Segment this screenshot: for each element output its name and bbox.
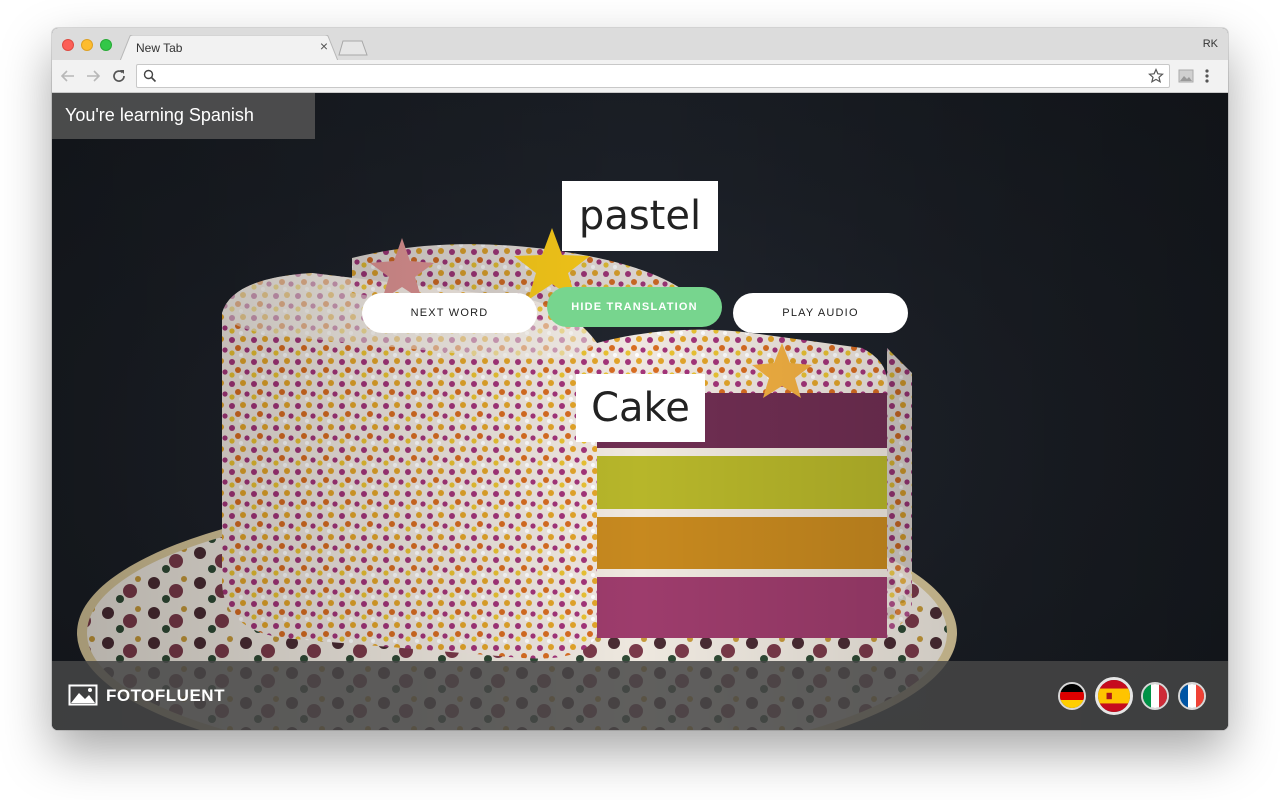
tab-title: New Tab — [136, 41, 183, 55]
fotofluent-extension-icon[interactable] — [1178, 69, 1194, 83]
close-window-button[interactable] — [62, 39, 74, 51]
forward-button[interactable] — [83, 66, 103, 86]
new-tab-button[interactable] — [338, 40, 368, 56]
tab-new-tab[interactable]: New Tab × — [120, 35, 338, 61]
german-flag-icon[interactable] — [1058, 682, 1086, 710]
fotofluent-logo-icon — [68, 684, 98, 706]
spanish-flag-icon[interactable] — [1095, 677, 1133, 715]
bookmark-star-icon[interactable] — [1148, 68, 1164, 84]
play-audio-button[interactable]: PLAY AUDIO — [733, 293, 908, 333]
translation-word: Cake — [576, 374, 705, 442]
french-flag-icon[interactable] — [1178, 682, 1206, 710]
forward-arrow-icon — [87, 70, 101, 82]
browser-toolbar — [52, 60, 1228, 93]
search-icon — [143, 69, 157, 83]
menu-kebab-icon[interactable] — [1204, 68, 1210, 84]
footer-bar: FOTOFLUENT — [52, 661, 1228, 730]
browser-window: New Tab × RK You're learning Spanish pas… — [52, 28, 1228, 730]
back-arrow-icon — [60, 70, 74, 82]
tab-close-icon[interactable]: × — [320, 38, 328, 54]
brand-name[interactable]: FOTOFLUENT — [106, 686, 225, 706]
hide-translation-button[interactable]: HIDE TRANSLATION — [547, 287, 722, 327]
address-input[interactable] — [161, 67, 1141, 85]
address-bar[interactable] — [136, 64, 1170, 88]
italian-flag-icon[interactable] — [1141, 682, 1169, 710]
next-word-button[interactable]: NEXT WORD — [362, 293, 537, 333]
new-tab-page: You're learning Spanish pastel NEXT WORD… — [52, 93, 1228, 730]
reload-button[interactable] — [109, 66, 129, 86]
foreign-word: pastel — [562, 181, 718, 251]
back-button[interactable] — [58, 66, 78, 86]
learning-language-banner: You're learning Spanish — [52, 93, 315, 139]
reload-icon — [113, 70, 125, 82]
minimize-window-button[interactable] — [81, 39, 93, 51]
profile-button[interactable]: RK — [1203, 38, 1218, 50]
tab-strip: New Tab × RK — [52, 28, 1228, 61]
zoom-window-button[interactable] — [100, 39, 112, 51]
